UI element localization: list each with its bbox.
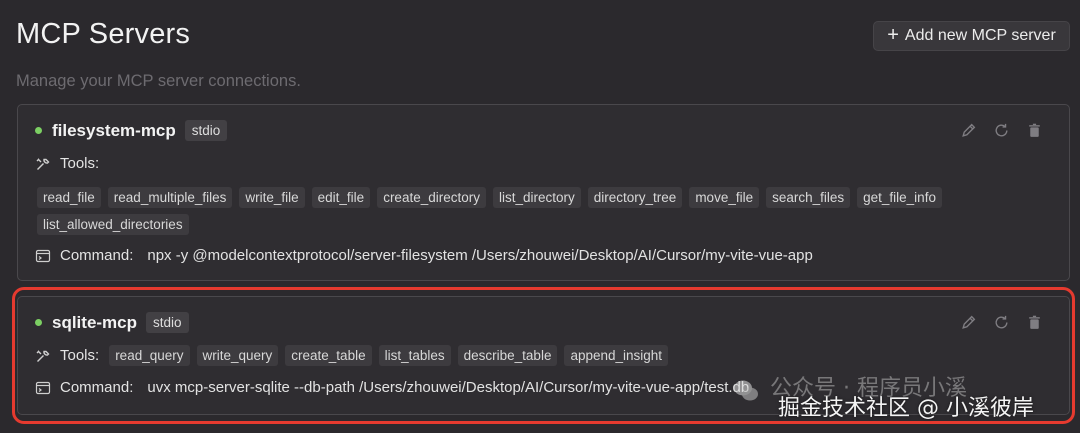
- tool-chip: get_file_info: [857, 187, 942, 208]
- status-dot: [35, 127, 42, 134]
- tool-chip: describe_table: [457, 345, 558, 366]
- tool-chip: directory_tree: [587, 187, 683, 208]
- server-name: sqlite-mcp: [52, 312, 138, 332]
- tools-list: read_query write_query create_table list…: [109, 345, 669, 366]
- terminal-icon: [35, 381, 51, 394]
- tools-list: read_file read_multiple_files write_file…: [37, 187, 1052, 235]
- page-title: MCP Servers: [16, 18, 191, 50]
- tools-row: Tools:: [35, 155, 99, 172]
- server-actions: [960, 314, 1043, 331]
- server-header: filesystem-mcp stdio: [35, 120, 228, 141]
- command-label: Command:: [60, 247, 134, 264]
- tool-chip: read_multiple_files: [107, 187, 233, 208]
- tool-chip: create_table: [285, 345, 372, 366]
- command-row: Command: npx -y @modelcontextprotocol/se…: [35, 247, 813, 264]
- command-row: Command: uvx mcp-server-sqlite --db-path…: [35, 379, 749, 396]
- edit-icon[interactable]: [960, 314, 977, 331]
- tool-chip: list_directory: [492, 187, 581, 208]
- server-actions: [960, 122, 1043, 139]
- tools-label: Tools:: [60, 347, 100, 364]
- tool-chip: append_insight: [564, 345, 669, 366]
- plus-icon: +: [887, 24, 899, 46]
- tool-chip: list_allowed_directories: [37, 214, 189, 235]
- server-card-filesystem-mcp: filesystem-mcp stdio Tools: read_file re…: [17, 104, 1070, 281]
- add-server-button[interactable]: + Add new MCP server: [873, 21, 1070, 51]
- tool-chip: edit_file: [311, 187, 371, 208]
- transport-badge: stdio: [184, 120, 228, 141]
- tool-chip: write_query: [196, 345, 279, 366]
- tools-row: Tools: read_query write_query create_tab…: [35, 345, 669, 366]
- terminal-icon: [35, 249, 51, 262]
- server-header: sqlite-mcp stdio: [35, 312, 189, 333]
- command-text: npx -y @modelcontextprotocol/server-file…: [147, 247, 813, 264]
- refresh-icon[interactable]: [993, 314, 1010, 331]
- add-server-button-label: Add new MCP server: [904, 27, 1056, 44]
- tool-chip: create_directory: [377, 187, 486, 208]
- tool-chip: list_tables: [378, 345, 451, 366]
- tools-icon: [36, 158, 50, 170]
- refresh-icon[interactable]: [993, 122, 1010, 139]
- command-label: Command:: [60, 379, 134, 396]
- tool-chip: write_file: [239, 187, 305, 208]
- tool-chip: move_file: [689, 187, 760, 208]
- transport-badge: stdio: [146, 312, 189, 333]
- watermark-line2: 掘金技术社区 @ 小溪彼岸: [778, 396, 1034, 421]
- tools-label: Tools:: [60, 155, 100, 172]
- tool-chip: read_file: [37, 187, 101, 208]
- wechat-icon: [734, 380, 758, 401]
- status-dot: [35, 319, 42, 326]
- server-name: filesystem-mcp: [52, 120, 176, 140]
- trash-icon[interactable]: [1026, 122, 1043, 139]
- command-text: uvx mcp-server-sqlite --db-path /Users/z…: [147, 379, 750, 396]
- tools-icon: [36, 350, 50, 362]
- page-subtitle: Manage your MCP server connections.: [16, 72, 301, 90]
- tool-chip: read_query: [109, 345, 190, 366]
- edit-icon[interactable]: [960, 122, 977, 139]
- trash-icon[interactable]: [1026, 314, 1043, 331]
- tool-chip: search_files: [766, 187, 851, 208]
